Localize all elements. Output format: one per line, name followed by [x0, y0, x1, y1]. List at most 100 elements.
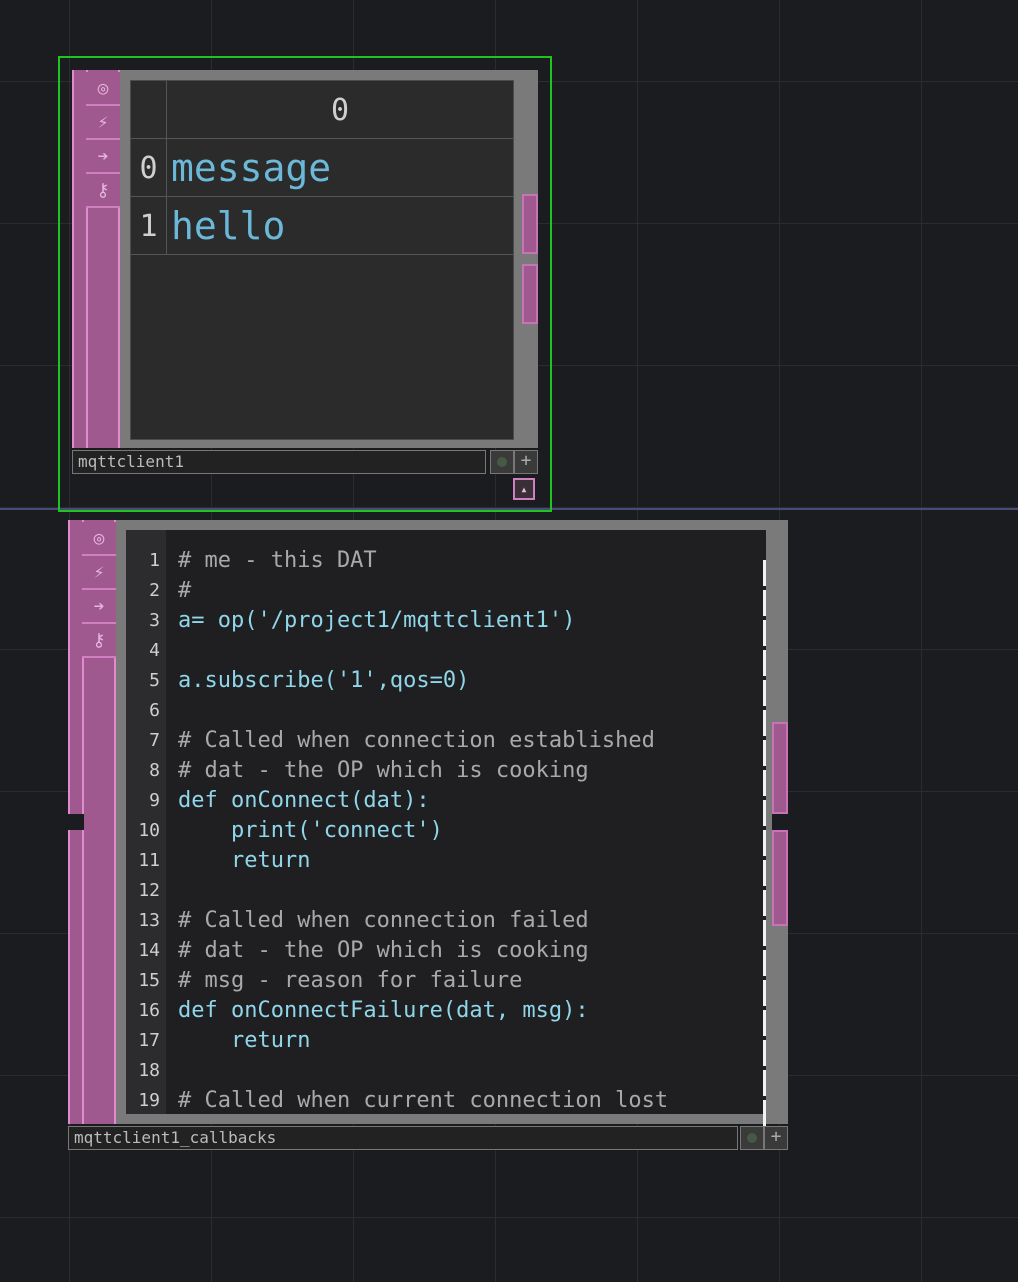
edge-marker: [763, 860, 766, 886]
edge-marker: [763, 1100, 766, 1126]
cook-icon[interactable]: ⚡: [86, 106, 120, 140]
line-number: 7: [149, 730, 160, 751]
code-line[interactable]: 3 a= op('/project1/mqttclient1'): [126, 606, 766, 636]
code-line[interactable]: 9 def onConnect(dat):: [126, 786, 766, 816]
viewer-toggle-button[interactable]: [740, 1126, 764, 1150]
code-line[interactable]: 11 return: [126, 846, 766, 876]
line-text: # dat - the OP which is cooking: [178, 758, 589, 783]
code-line[interactable]: 12: [126, 876, 766, 906]
expand-icon[interactable]: ▴: [513, 478, 535, 500]
input-connector-notch: [68, 814, 84, 830]
line-text: # msg - reason for failure: [178, 968, 523, 993]
line-text: # Called when connection established: [178, 728, 655, 753]
line-text: # dat - the OP which is cooking: [178, 938, 589, 963]
add-icon[interactable]: +: [514, 450, 538, 474]
row-index: 1: [131, 197, 167, 255]
line-number: 18: [138, 1060, 160, 1081]
table-corner-cell: [131, 81, 167, 139]
code-line[interactable]: 8 # dat - the OP which is cooking: [126, 756, 766, 786]
column-header: 0: [330, 92, 350, 128]
code-line[interactable]: 15 # msg - reason for failure: [126, 966, 766, 996]
lock-icon[interactable]: ⚷: [86, 174, 120, 208]
line-text: return: [178, 1028, 311, 1053]
code-line[interactable]: 14 # dat - the OP which is cooking: [126, 936, 766, 966]
node-flags: ◎ ⚡ ➔ ⚷: [82, 522, 116, 658]
network-editor-canvas[interactable]: ◎ ⚡ ➔ ⚷ 0 0 message 1 hello mqttclient1 …: [0, 0, 1018, 1282]
line-number: 12: [138, 880, 160, 901]
code-line[interactable]: 4: [126, 636, 766, 666]
line-text: a= op('/project1/mqttclient1'): [178, 608, 576, 633]
edge-marker: [763, 740, 766, 766]
lock-icon[interactable]: ⚷: [82, 624, 116, 658]
edge-marker: [763, 950, 766, 976]
cell-value[interactable]: hello: [169, 197, 511, 255]
edge-marker: [763, 710, 766, 736]
line-number: 10: [138, 820, 160, 841]
line-number: 16: [138, 1000, 160, 1021]
code-line[interactable]: 13 # Called when connection failed: [126, 906, 766, 936]
line-number: 1: [149, 550, 160, 571]
line-number: 8: [149, 760, 160, 781]
export-icon[interactable]: ➔: [82, 590, 116, 624]
output-connector-top[interactable]: [772, 722, 788, 814]
viewer-dot-icon: [747, 1133, 757, 1143]
line-text: # Called when connection failed: [178, 908, 589, 933]
edge-marker: [763, 680, 766, 706]
edge-marker: [763, 890, 766, 916]
table-header-row: 0: [131, 81, 513, 139]
code-line[interactable]: 16 def onConnectFailure(dat, msg):: [126, 996, 766, 1026]
line-text: print('connect'): [178, 818, 443, 843]
edge-marker: [763, 1010, 766, 1036]
output-connector-bottom[interactable]: [772, 830, 788, 926]
edge-marker: [763, 620, 766, 646]
table-row[interactable]: 0 message: [131, 139, 513, 197]
edge-marker: [763, 770, 766, 796]
bypass-icon[interactable]: ◎: [82, 522, 116, 556]
output-connector[interactable]: [772, 722, 788, 928]
line-number: 14: [138, 940, 160, 961]
code-line[interactable]: 6: [126, 696, 766, 726]
add-icon[interactable]: +: [764, 1126, 788, 1150]
line-number: 6: [149, 700, 160, 721]
output-connector-bottom[interactable]: [522, 264, 538, 324]
edge-marker: [763, 830, 766, 856]
code-line[interactable]: 10 print('connect'): [126, 816, 766, 846]
code-line[interactable]: 2 #: [126, 576, 766, 606]
code-line[interactable]: 7 # Called when connection established: [126, 726, 766, 756]
line-number: 13: [138, 910, 160, 931]
code-line[interactable]: 18: [126, 1056, 766, 1086]
edge-marker: [763, 920, 766, 946]
code-line[interactable]: 1 # me - this DAT: [126, 546, 766, 576]
table-viewer[interactable]: 0 0 message 1 hello: [130, 80, 514, 440]
cook-icon[interactable]: ⚡: [82, 556, 116, 590]
output-connector-top[interactable]: [522, 194, 538, 254]
line-text: #: [178, 578, 192, 603]
line-number: 5: [149, 670, 160, 691]
edge-marker: [763, 650, 766, 676]
cell-value[interactable]: message: [169, 139, 511, 197]
editor-edge-markers: [763, 560, 766, 1126]
line-number: 19: [138, 1090, 160, 1111]
code-line[interactable]: 5 a.subscribe('1',qos=0): [126, 666, 766, 696]
output-connector[interactable]: [522, 194, 538, 324]
line-text: return: [178, 848, 311, 873]
export-icon[interactable]: ➔: [86, 140, 120, 174]
line-number: 2: [149, 580, 160, 601]
code-editor[interactable]: 1 # me - this DAT 2 #3 a= op('/project1/mqtt…: [126, 530, 766, 1114]
line-number: 17: [138, 1030, 160, 1051]
node-name-field[interactable]: mqttclient1: [72, 450, 486, 474]
code-line[interactable]: 17 return: [126, 1026, 766, 1056]
viewer-toggle-button[interactable]: [490, 450, 514, 474]
edge-marker: [763, 590, 766, 616]
node-name-field[interactable]: mqttclient1_callbacks: [68, 1126, 738, 1150]
line-number: 3: [149, 610, 160, 631]
edge-marker: [763, 1070, 766, 1096]
node-flags: ◎ ⚡ ➔ ⚷: [86, 72, 120, 208]
edge-marker: [763, 800, 766, 826]
line-text: def onConnect(dat):: [178, 788, 430, 813]
line-text: # me - this DAT: [178, 548, 377, 573]
code-line[interactable]: 19 # Called when current connection lost: [126, 1086, 766, 1114]
table-row[interactable]: 1 hello: [131, 197, 513, 255]
line-text: def onConnectFailure(dat, msg):: [178, 998, 589, 1023]
bypass-icon[interactable]: ◎: [86, 72, 120, 106]
